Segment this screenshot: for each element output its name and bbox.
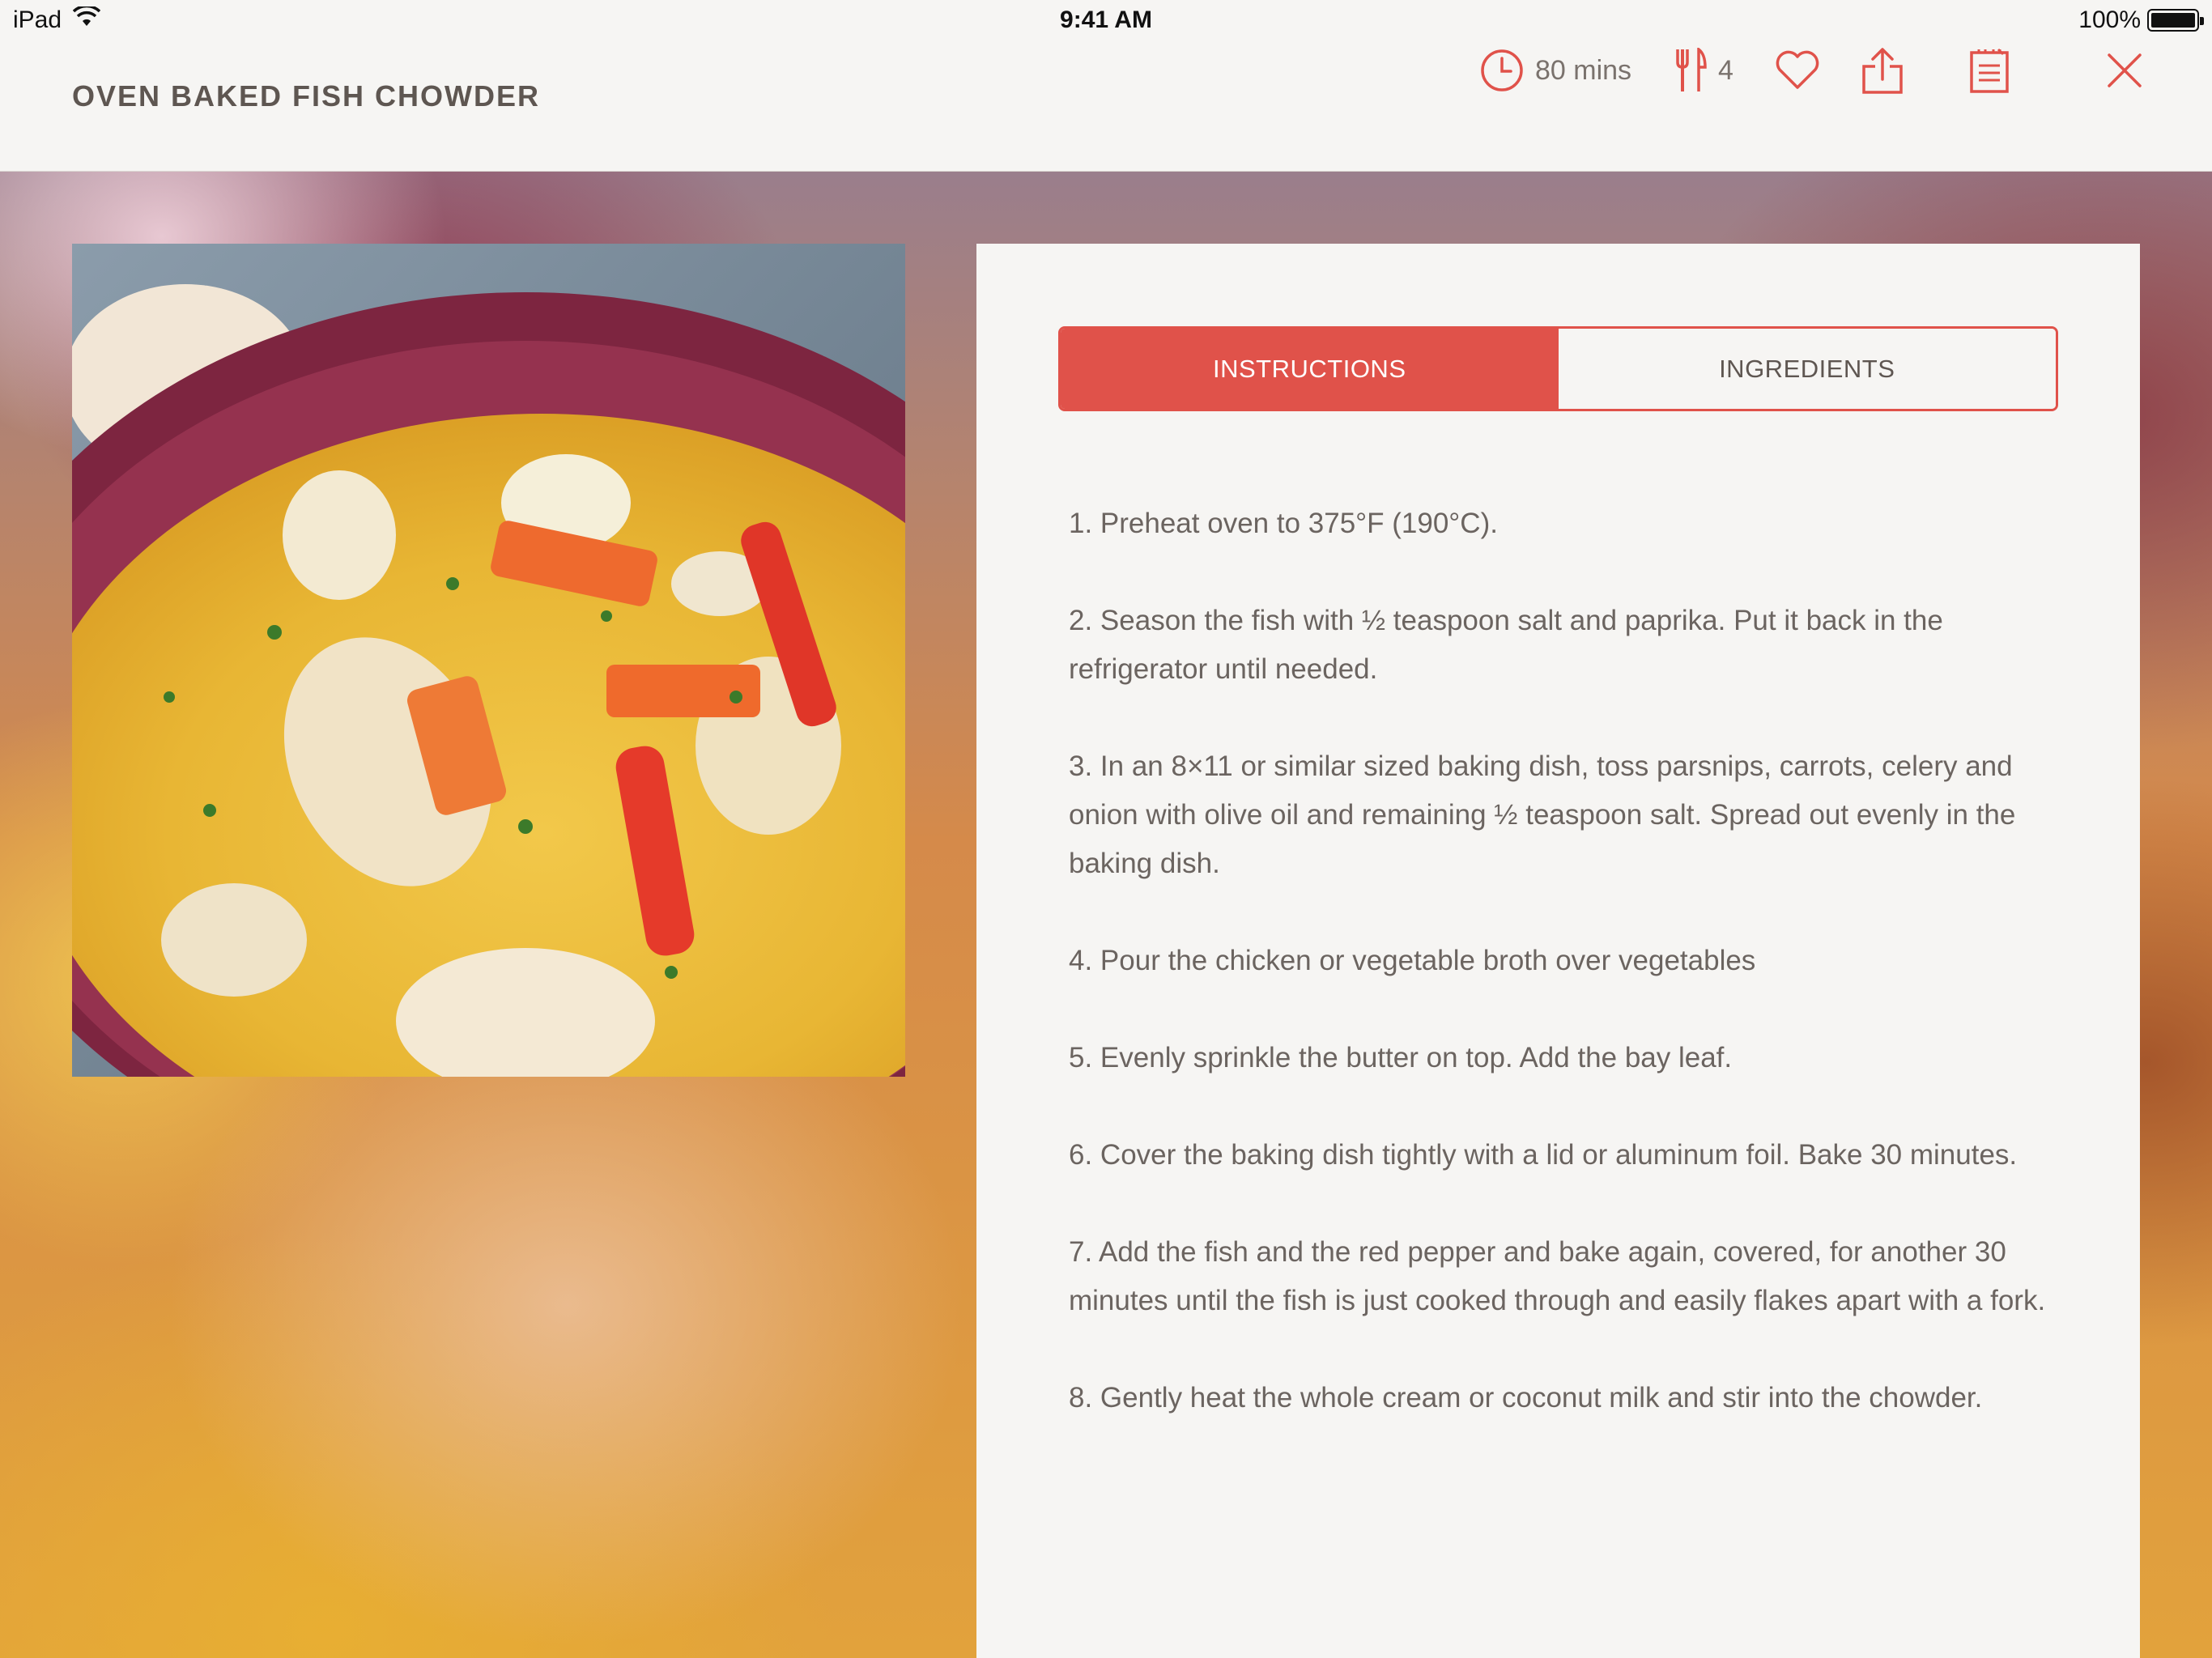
clock-icon: [1480, 49, 1524, 92]
instruction-step: 8. Gently heat the whole cream or coconu…: [1069, 1382, 1983, 1414]
cook-time: 80 mins: [1480, 42, 1631, 99]
tab-switcher: INSTRUCTIONS INGREDIENTS: [1058, 326, 2058, 411]
heart-icon[interactable]: [1775, 50, 1820, 91]
recipe-title: OVEN BAKED FISH CHOWDER: [72, 79, 541, 113]
tab-ingredients[interactable]: INGREDIENTS: [1558, 329, 2056, 409]
shopping-list-button[interactable]: [1969, 42, 2010, 99]
instruction-list: 1. Preheat oven to 375°F (190°C). 2. Sea…: [1069, 500, 2065, 1471]
battery-icon: [2147, 9, 2204, 32]
instruction-step: 5. Evenly sprinkle the butter on top. Ad…: [1069, 1042, 1733, 1073]
status-bar: iPad 9:41 AM 100%: [0, 0, 2212, 42]
close-button[interactable]: [2107, 42, 2142, 99]
status-right: 100%: [2078, 6, 2204, 34]
instruction-step: 1. Preheat oven to 375°F (190°C).: [1069, 508, 1498, 539]
fork-knife-icon: [1674, 48, 1707, 93]
share-icon[interactable]: [1861, 47, 1904, 94]
favorite-button[interactable]: [1775, 42, 1820, 99]
close-icon[interactable]: [2107, 53, 2142, 88]
servings-count: 4: [1718, 54, 1733, 86]
recipe-photo: [72, 244, 905, 1077]
status-time: 9:41 AM: [1060, 6, 1152, 33]
cook-time-label: 80 mins: [1535, 54, 1632, 86]
tab-instructions[interactable]: INSTRUCTIONS: [1061, 329, 1559, 409]
instruction-step: 2. Season the fish with ½ teaspoon salt …: [1069, 605, 1943, 685]
recipe-card: INSTRUCTIONS INGREDIENTS 1. Preheat oven…: [976, 244, 2140, 1658]
instruction-step: 6. Cover the baking dish tightly with a …: [1069, 1139, 2018, 1171]
share-button[interactable]: [1861, 42, 1904, 99]
instruction-step: 7. Add the fish and the red pepper and b…: [1069, 1236, 2046, 1316]
instruction-step: 4. Pour the chicken or vegetable broth o…: [1069, 945, 1756, 976]
recipe-header: OVEN BAKED FISH CHOWDER 80 mins 4: [0, 42, 2212, 172]
instruction-step: 3. In an 8×11 or similar sized baking di…: [1069, 750, 2016, 879]
servings: 4: [1674, 42, 1733, 99]
battery-percent: 100%: [2078, 6, 2141, 33]
shopping-list-icon[interactable]: [1969, 48, 2010, 93]
